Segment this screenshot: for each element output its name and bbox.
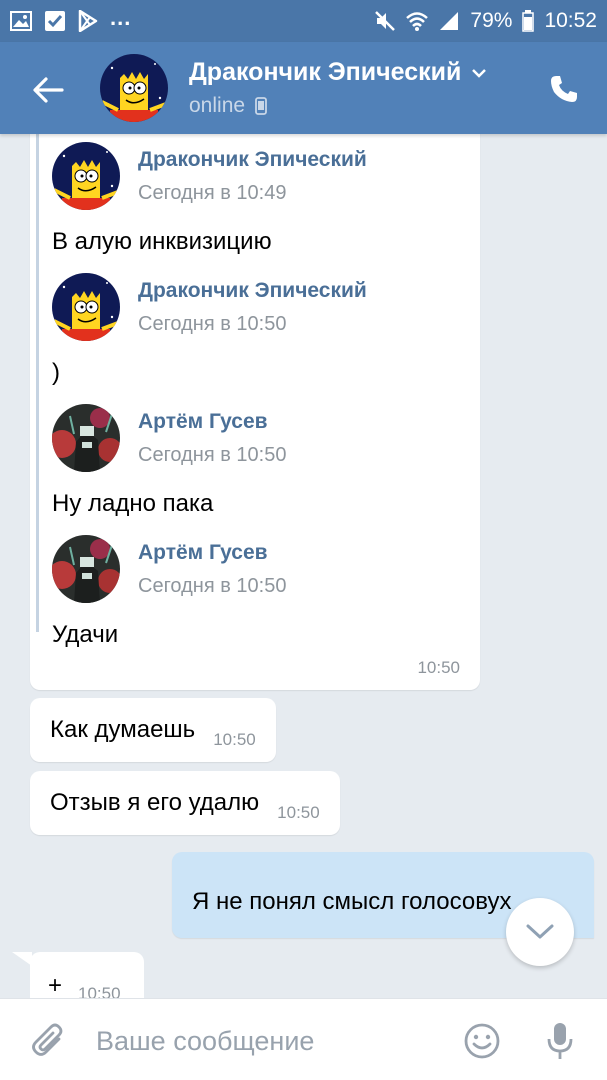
arrow-left-icon	[33, 77, 64, 103]
attach-button[interactable]	[28, 1021, 68, 1061]
chevron-down-icon	[472, 68, 487, 78]
scroll-to-bottom-button[interactable]	[506, 898, 574, 966]
incoming-message[interactable]: Отзыв я его удалю 10:50	[30, 771, 340, 835]
forwarded-message-bubble[interactable]: Дракончик Эпический Сегодня в 10:49 В ал…	[30, 134, 480, 690]
message-date: Сегодня в 10:50	[138, 444, 287, 466]
message-text: Отзыв я его удалю	[50, 789, 260, 816]
chat-avatar[interactable]	[100, 54, 168, 122]
play-store-notification-icon	[78, 10, 98, 32]
message-date: Сегодня в 10:50	[138, 575, 287, 597]
paperclip-icon	[32, 1023, 63, 1056]
message-text: Я не понял смысл голосовух	[192, 888, 512, 915]
message-text: Как думаешь	[50, 716, 196, 743]
chat-title-text: Дракончик Эпический	[189, 58, 462, 86]
mobile-icon	[255, 97, 267, 115]
gallery-notification-icon	[10, 11, 32, 31]
microphone-icon	[547, 1023, 573, 1059]
online-status: online	[189, 94, 267, 118]
composer-bar	[0, 998, 607, 1080]
mute-icon	[374, 10, 396, 32]
signal-icon	[438, 10, 460, 32]
checkbox-notification-icon	[44, 10, 66, 32]
message-text: Ну ладно пака	[52, 490, 214, 517]
avatar[interactable]	[52, 273, 120, 341]
message-time: 10:50	[277, 803, 320, 822]
battery-percent: 79%	[470, 9, 513, 32]
avatar[interactable]	[52, 142, 120, 210]
more-notifications: ...	[110, 5, 132, 30]
message-list[interactable]: Дракончик Эпический Сегодня в 10:49 В ал…	[0, 134, 607, 998]
status-bar: ... 79% 10:52	[0, 0, 607, 42]
sender-name[interactable]: Артём Гусев	[138, 541, 268, 565]
message-time: 10:50	[417, 658, 460, 677]
message-date: Сегодня в 10:50	[138, 313, 287, 335]
message-input[interactable]	[96, 1021, 436, 1061]
message-text: )	[52, 359, 60, 386]
avatar[interactable]	[52, 535, 120, 603]
sender-name[interactable]: Артём Гусев	[138, 410, 268, 434]
clock: 10:52	[544, 9, 597, 32]
voice-message-button[interactable]	[540, 1019, 580, 1063]
back-button[interactable]	[28, 70, 68, 110]
message-time: 10:50	[78, 984, 121, 998]
incoming-message[interactable]: Как думаешь 10:50	[30, 698, 276, 762]
emoji-button[interactable]	[462, 1021, 502, 1061]
chevron-down-icon	[526, 924, 554, 939]
message-text: +	[48, 972, 63, 998]
message-date: Сегодня в 10:49	[138, 182, 287, 204]
battery-icon	[522, 10, 535, 32]
call-button[interactable]	[545, 70, 583, 108]
chat-title[interactable]: Дракончик Эпический	[189, 58, 487, 87]
message-time: 10:50	[213, 730, 256, 749]
avatar[interactable]	[52, 404, 120, 472]
sender-name[interactable]: Дракончик Эпический	[138, 279, 367, 303]
message-text: Удачи	[52, 621, 119, 648]
smiley-icon	[464, 1023, 500, 1059]
online-status-text: online	[189, 94, 246, 117]
chat-header: Дракончик Эпический online	[0, 42, 607, 134]
wifi-icon	[406, 11, 429, 31]
phone-icon	[551, 76, 577, 102]
bubble-tail	[12, 952, 32, 966]
sender-name[interactable]: Дракончик Эпический	[138, 148, 367, 172]
incoming-message[interactable]: + 10:50	[30, 952, 144, 998]
message-text: В алую инквизицию	[52, 228, 272, 255]
forward-indicator-line	[36, 134, 39, 632]
